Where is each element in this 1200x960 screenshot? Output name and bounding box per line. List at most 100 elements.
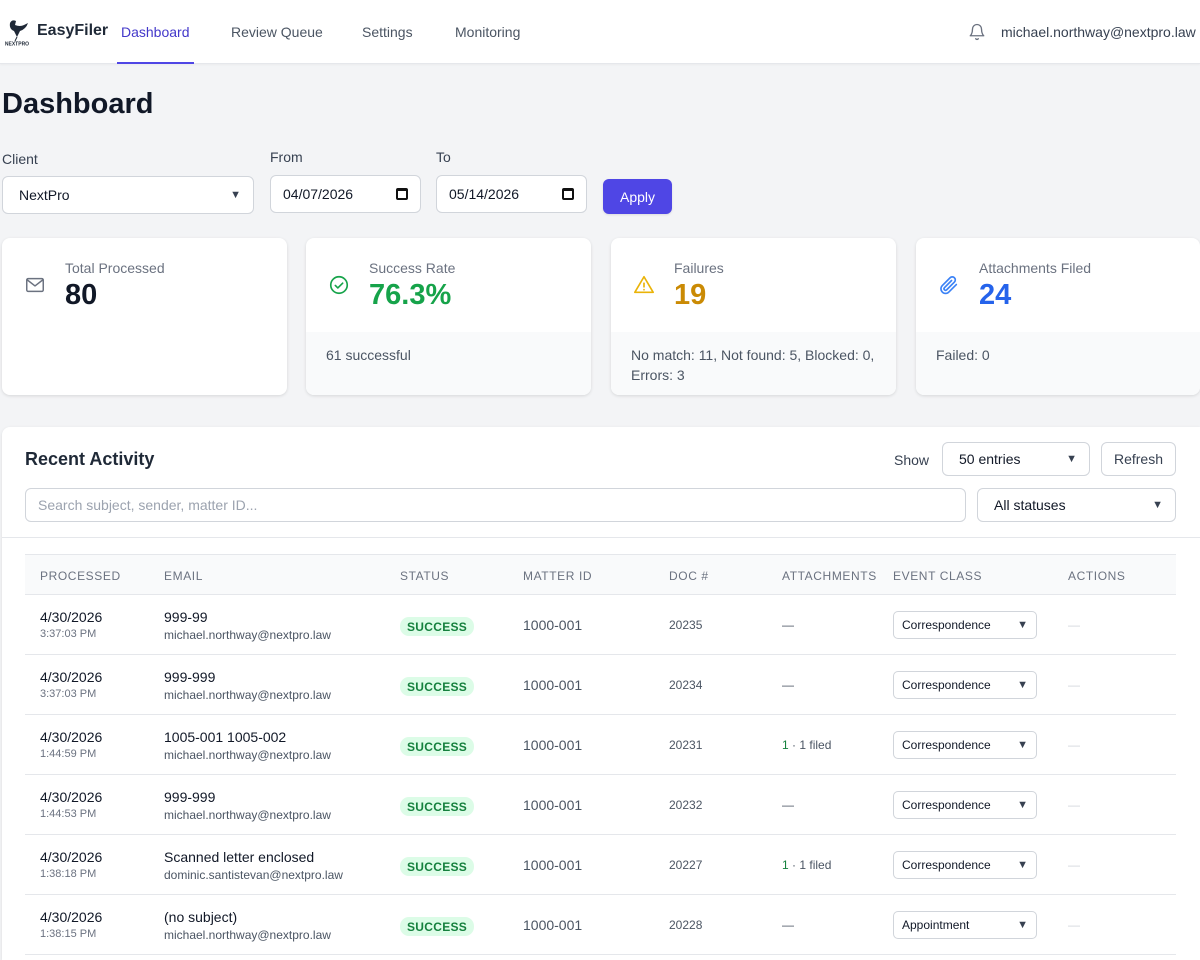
email-subject[interactable]: 999-99 — [164, 609, 208, 625]
table-row[interactable]: 4/30/2026 3:37:03 PM 999-999 michael.nor… — [25, 655, 1176, 715]
actions-cell: — — [1068, 918, 1080, 932]
column-header-attachments[interactable]: ATTACHMENTS — [782, 569, 877, 583]
svg-text:NEXTPRO: NEXTPRO — [5, 42, 29, 48]
table-row[interactable]: 4/30/2026 1:44:53 PM 999-999 michael.nor… — [25, 775, 1176, 835]
stat-label: Success Rate — [369, 260, 456, 276]
doc-number: 20235 — [669, 618, 703, 632]
column-header-event-class[interactable]: EVENT CLASS — [893, 569, 982, 583]
event-class-select[interactable]: Correspondence ▼ — [893, 611, 1037, 639]
table-row[interactable]: 4/30/2026 1:44:59 PM 1005-001 1005-002 m… — [25, 715, 1176, 775]
tab-settings[interactable]: Settings — [362, 24, 413, 64]
attachments-cell: — — [782, 678, 794, 692]
processed-date: 4/30/2026 — [40, 669, 103, 685]
attachments-cell: — — [782, 918, 794, 932]
email-subject[interactable]: Scanned letter enclosed — [164, 849, 314, 865]
matter-id: 1000-001 — [523, 737, 583, 753]
doc-number: 20232 — [669, 798, 703, 812]
attachments-cell: — — [782, 798, 794, 812]
event-class-select[interactable]: Correspondence ▼ — [893, 671, 1037, 699]
event-class-select[interactable]: Correspondence ▼ — [893, 731, 1037, 759]
tab-monitoring[interactable]: Monitoring — [455, 24, 520, 64]
chevron-down-icon: ▼ — [230, 189, 241, 201]
attachment-count: 1 — [782, 858, 789, 872]
event-class-select[interactable]: Correspondence ▼ — [893, 791, 1037, 819]
doc-number: 20227 — [669, 858, 703, 872]
from-date-value: 04/07/2026 — [283, 186, 354, 202]
email-subject[interactable]: (no subject) — [164, 909, 237, 925]
calendar-icon[interactable] — [396, 188, 408, 200]
email-subject[interactable]: 1005-001 1005-002 — [164, 729, 286, 745]
email-subject[interactable]: 999-999 — [164, 789, 215, 805]
processed-time: 1:38:15 PM — [40, 928, 97, 940]
stat-value: 76.3% — [369, 279, 452, 311]
show-label: Show — [894, 452, 930, 468]
divider — [2, 537, 1200, 538]
bell-icon[interactable] — [968, 23, 986, 41]
event-class-select[interactable]: Correspondence ▼ — [893, 851, 1037, 879]
email-sender: michael.northway@nextpro.law — [164, 688, 331, 702]
attachment-text: · 1 filed — [788, 858, 832, 872]
attachment-count: 1 — [782, 738, 789, 752]
event-class-value: Correspondence — [902, 798, 991, 812]
recent-activity-panel: Recent Activity Show 50 entries ▼ Refres… — [2, 427, 1200, 960]
brand-name[interactable]: EasyFiler — [37, 22, 108, 40]
stat-footer: No match: 11, Not found: 5, Blocked: 0, … — [611, 332, 896, 395]
stat-label: Attachments Filed — [979, 260, 1092, 276]
processed-time: 3:37:03 PM — [40, 628, 97, 640]
nextpro-logo[interactable]: NEXTPRO — [2, 17, 32, 47]
table-row[interactable]: 4/30/2026 1:38:15 PM (no subject) michae… — [25, 895, 1176, 955]
calendar-icon[interactable] — [562, 188, 574, 200]
column-header-processed[interactable]: PROCESSED — [40, 569, 121, 583]
from-date-input[interactable]: 04/07/2026 — [270, 175, 421, 213]
entries-select[interactable]: 50 entries ▼ — [942, 442, 1090, 476]
column-header-doc-number[interactable]: DOC # — [669, 569, 709, 583]
refresh-button[interactable]: Refresh — [1101, 442, 1176, 476]
event-class-value: Correspondence — [902, 618, 991, 632]
stat-footer: 61 successful — [306, 332, 591, 395]
column-header-email[interactable]: EMAIL — [164, 569, 203, 583]
processed-date: 4/30/2026 — [40, 609, 103, 625]
apply-button[interactable]: Apply — [603, 179, 672, 214]
event-class-value: Correspondence — [902, 738, 991, 752]
attachment-text: — — [782, 798, 794, 812]
event-class-select[interactable]: Appointment ▼ — [893, 911, 1037, 939]
user-menu[interactable]: michael.northway@nextpro.law — [1001, 24, 1196, 40]
column-header-matter-id[interactable]: MATTER ID — [523, 569, 592, 583]
client-select[interactable]: NextPro ▼ — [2, 176, 254, 214]
event-class-value: Correspondence — [902, 678, 991, 692]
stat-value: 19 — [674, 279, 707, 311]
email-subject[interactable]: 999-999 — [164, 669, 215, 685]
processed-time: 1:44:59 PM — [40, 748, 97, 760]
search-input[interactable]: Search subject, sender, matter ID... — [25, 488, 966, 522]
email-sender: michael.northway@nextpro.law — [164, 748, 331, 762]
attachment-text: — — [782, 618, 794, 632]
to-date-input[interactable]: 05/14/2026 — [436, 175, 587, 213]
processed-time: 1:44:53 PM — [40, 808, 97, 820]
status-badge: SUCCESS — [400, 617, 475, 636]
attachment-text: · 1 filed — [788, 738, 832, 752]
stat-label: Total Processed — [65, 260, 165, 276]
chevron-down-icon: ▼ — [1017, 679, 1028, 691]
stat-card-success-rate: Success Rate 76.3% 61 successful — [306, 238, 591, 395]
stat-value: 80 — [65, 279, 98, 311]
attachment-text: — — [782, 678, 794, 692]
stat-value: 24 — [979, 279, 1012, 311]
status-filter-value: All statuses — [994, 497, 1066, 513]
processed-date: 4/30/2026 — [40, 789, 103, 805]
tab-review-queue[interactable]: Review Queue — [231, 24, 323, 64]
status-badge: SUCCESS — [400, 737, 475, 756]
email-sender: michael.northway@nextpro.law — [164, 808, 331, 822]
actions-cell: — — [1068, 678, 1080, 692]
actions-cell: — — [1068, 858, 1080, 872]
column-header-status[interactable]: STATUS — [400, 569, 449, 583]
status-filter-select[interactable]: All statuses ▼ — [977, 488, 1176, 522]
panel-title: Recent Activity — [25, 449, 155, 469]
table-row[interactable]: 4/30/2026 3:37:03 PM 999-99 michael.nort… — [25, 595, 1176, 655]
matter-id: 1000-001 — [523, 857, 583, 873]
table-row[interactable]: 4/30/2026 1:38:18 PM Scanned letter encl… — [25, 835, 1176, 895]
tab-dashboard[interactable]: Dashboard — [117, 24, 193, 64]
stat-card-failures: Failures 19 No match: 11, Not found: 5, … — [611, 238, 896, 395]
attachments-cell: — — [782, 618, 794, 632]
chevron-down-icon: ▼ — [1066, 453, 1077, 465]
matter-id: 1000-001 — [523, 677, 583, 693]
